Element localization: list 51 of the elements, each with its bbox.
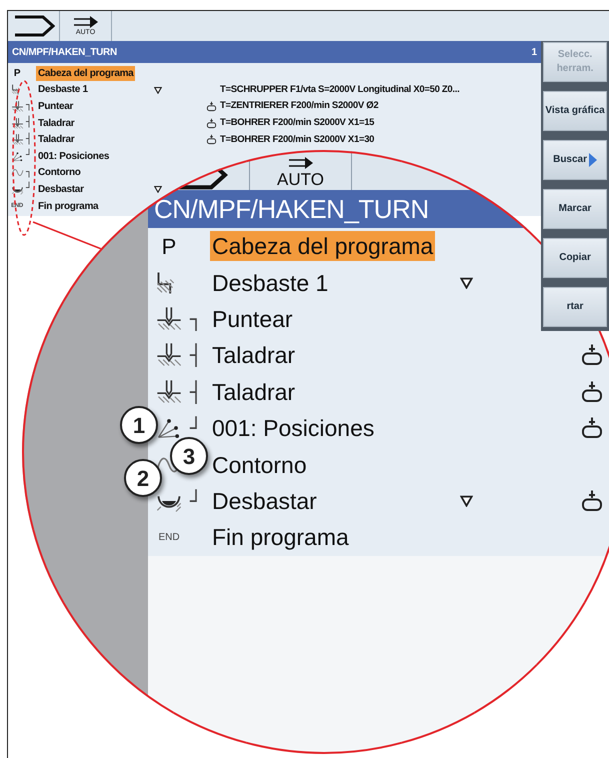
softkey-button[interactable]: Marcar (543, 189, 607, 229)
softkey-button[interactable]: Buscar (543, 140, 607, 180)
drilling-icon (10, 133, 24, 146)
program-step[interactable]: Contorno (36, 165, 83, 180)
program-step[interactable]: Cabeza del programa (210, 231, 436, 262)
drilling-icon (10, 116, 24, 130)
program-step[interactable]: Taladrar (210, 340, 298, 370)
drilling-icon (10, 100, 24, 113)
softkey-button[interactable]: Vista gráfica (543, 91, 607, 131)
drilling-icon (155, 378, 183, 406)
bracket-mark: ┐ (26, 166, 32, 179)
bracket-mark: ┤ (190, 343, 202, 368)
step-parameters: T=SCHRUPPER F1/vta S=2000V Longitudinal X0=50 Z0... (220, 82, 460, 97)
bracket-mark: ┤ (26, 117, 32, 130)
program-step[interactable]: Taladrar (210, 376, 298, 407)
program-step[interactable]: Taladrar (36, 132, 76, 148)
program-step[interactable]: Fin programa (36, 198, 100, 214)
program-step[interactable]: Desbastar (36, 182, 86, 197)
bracket-mark: ┐ (26, 100, 32, 112)
program-step[interactable]: Desbastar (210, 486, 319, 516)
block-marker: P (162, 232, 176, 261)
channel-number: 1 (532, 46, 538, 60)
program-step[interactable]: Desbaste 1 (36, 82, 90, 98)
tab-label[interactable]: AUTO (277, 170, 324, 190)
program-step[interactable]: Puntear (36, 98, 76, 114)
program-path: CN/MPF/HAKEN_TURN (154, 192, 429, 226)
bracket-mark: ┘ (26, 183, 32, 196)
block-marker: END (158, 530, 180, 545)
step-parameters: T=BOHRER F200/min S2000V X1=15 (220, 116, 374, 130)
step-parameters: T=BOHRER F200/min S2000V X1=30 (220, 132, 374, 147)
bracket-mark: ┘ (190, 488, 202, 513)
program-step[interactable]: Taladrar (36, 116, 76, 131)
double-arrow-icon (72, 15, 100, 29)
block-marker: P (14, 66, 20, 81)
program-step[interactable]: 001: Posiciones (210, 413, 376, 444)
program-step[interactable]: Cabeza del programa (36, 66, 136, 81)
machine-area-icon (12, 15, 54, 37)
program-step[interactable]: Contorno (210, 450, 309, 480)
bracket-mark: ┤ (190, 380, 202, 404)
program-step[interactable]: Puntear (210, 304, 295, 334)
step-parameters: T=ZENTRIERER F200/min S2000V Ø2 (220, 99, 378, 114)
softkey-button[interactable]: rtar (543, 287, 607, 327)
program-step[interactable]: Desbaste 1 (210, 268, 330, 298)
program-path: CN/MPF/HAKEN_TURN (12, 46, 117, 60)
drilling-icon (155, 304, 183, 333)
program-step[interactable]: Fin programa (210, 522, 351, 552)
bracket-mark: ┘ (26, 150, 32, 162)
bracket-mark: ┐ (190, 306, 202, 331)
softkey-button[interactable]: Copiar (543, 238, 607, 278)
program-step[interactable]: 001: Posiciones (36, 148, 112, 164)
bracket-mark: ┤ (26, 134, 32, 146)
